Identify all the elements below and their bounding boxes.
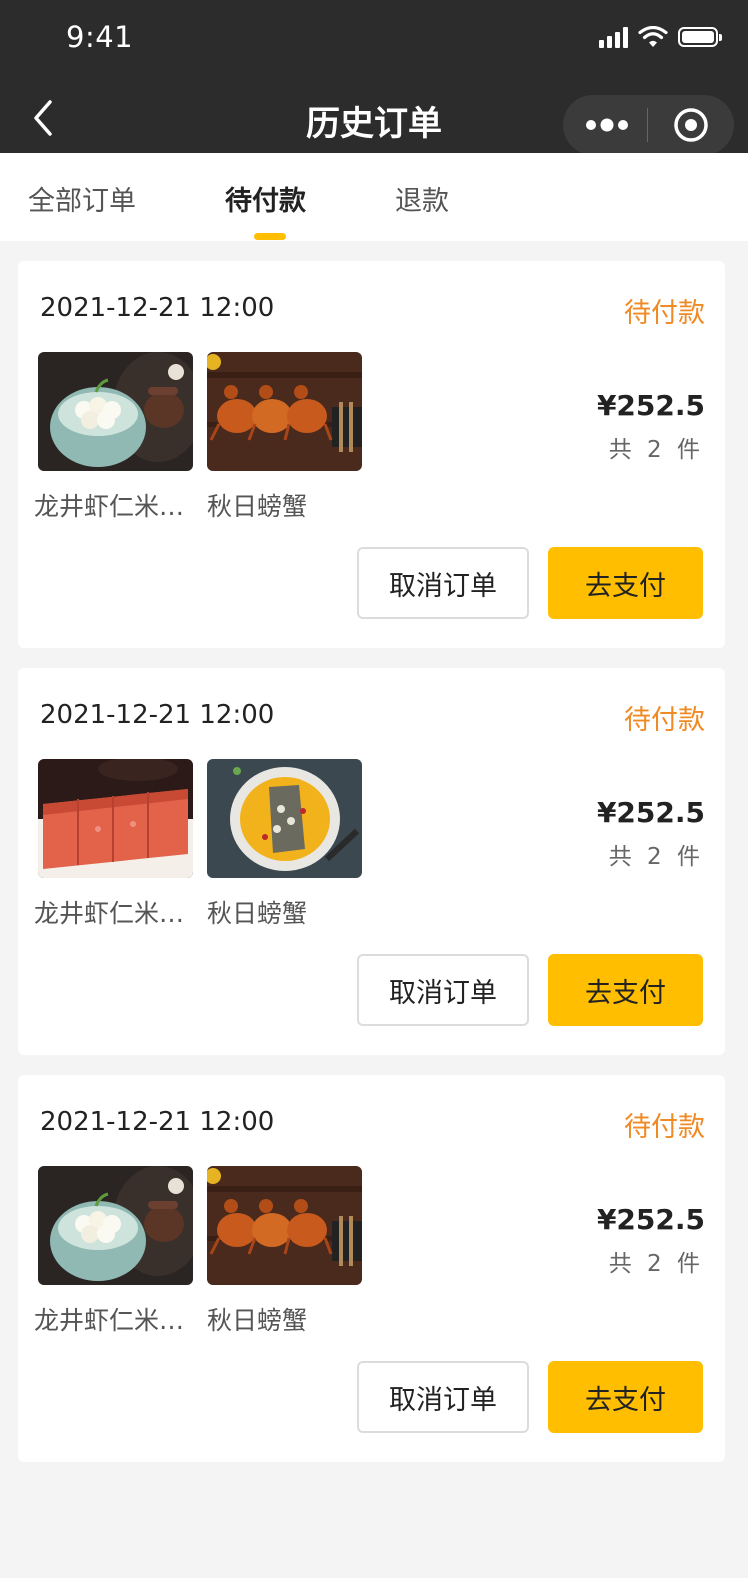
- order-item-count: 共 2 件: [608, 437, 704, 463]
- capsule-divider: [647, 108, 648, 142]
- cancel-order-button[interactable]: 取消订单: [357, 954, 529, 1026]
- soup-bowl-image: [207, 759, 362, 878]
- order-card[interactable]: 2021-12-21 12:00 待付款 龙井虾仁米… 秋日螃蟹 ¥252.5 …: [18, 668, 725, 1055]
- order-status: 待付款: [624, 705, 705, 736]
- close-mini-program-button[interactable]: [671, 105, 711, 145]
- item-thumbnail[interactable]: [38, 352, 193, 471]
- pay-button[interactable]: 去支付: [548, 1361, 703, 1433]
- item-name: 龙井虾仁米…: [34, 899, 185, 928]
- item-thumbnail[interactable]: [38, 759, 193, 878]
- item-thumbnail[interactable]: [207, 1166, 362, 1285]
- item-name: 秋日螃蟹: [207, 1306, 308, 1335]
- item-thumbnail[interactable]: [38, 1166, 193, 1285]
- top-bar: 9:41 历史订单: [0, 0, 748, 155]
- order-price: ¥252.5: [596, 389, 705, 422]
- target-close-icon: [674, 108, 708, 142]
- tab-pending-payment[interactable]: 待付款: [225, 179, 306, 218]
- pay-button[interactable]: 去支付: [548, 954, 703, 1026]
- item-name: 秋日螃蟹: [207, 899, 308, 928]
- order-status: 待付款: [624, 298, 705, 329]
- wifi-icon: [638, 26, 668, 47]
- order-item-count: 共 2 件: [608, 1251, 704, 1277]
- signal-icon: [599, 26, 628, 48]
- active-tab-indicator: [254, 233, 286, 240]
- mini-program-capsule: [563, 95, 734, 155]
- order-status: 待付款: [624, 1112, 705, 1143]
- tab-all-orders[interactable]: 全部订单: [28, 179, 136, 218]
- cancel-order-button[interactable]: 取消订单: [357, 1361, 529, 1433]
- order-card[interactable]: 2021-12-21 12:00 待付款 龙井虾仁米… 秋日螃蟹 ¥252.5 …: [18, 1075, 725, 1462]
- order-date: 2021-12-21 12:00: [40, 700, 275, 730]
- order-tabs: 全部订单 待付款 退款: [0, 153, 748, 241]
- order-item-count: 共 2 件: [608, 844, 704, 870]
- item-name: 龙井虾仁米…: [34, 492, 185, 521]
- jujube-cake-image: [38, 759, 193, 878]
- order-date: 2021-12-21 12:00: [40, 293, 275, 323]
- item-name: 秋日螃蟹: [207, 492, 308, 521]
- lychee-dessert-image: [38, 352, 193, 471]
- more-button[interactable]: [585, 105, 629, 145]
- battery-icon: [678, 27, 722, 47]
- pay-button[interactable]: 去支付: [548, 547, 703, 619]
- order-date: 2021-12-21 12:00: [40, 1107, 275, 1137]
- cancel-order-button[interactable]: 取消订单: [357, 547, 529, 619]
- item-thumbnail[interactable]: [207, 352, 362, 471]
- item-name: 龙井虾仁米…: [34, 1306, 185, 1335]
- crab-image: [207, 1166, 362, 1285]
- order-card[interactable]: 2021-12-21 12:00 待付款 龙井虾仁米… 秋日螃蟹 ¥252.5 …: [18, 261, 725, 648]
- order-price: ¥252.5: [596, 796, 705, 829]
- tab-refund[interactable]: 退款: [395, 179, 449, 218]
- lychee-dessert-image: [38, 1166, 193, 1285]
- item-thumbnail[interactable]: [207, 759, 362, 878]
- status-icons: [599, 26, 722, 48]
- order-price: ¥252.5: [596, 1203, 705, 1236]
- crab-image: [207, 352, 362, 471]
- status-time: 9:41: [66, 20, 134, 54]
- more-dots-icon: [586, 118, 628, 132]
